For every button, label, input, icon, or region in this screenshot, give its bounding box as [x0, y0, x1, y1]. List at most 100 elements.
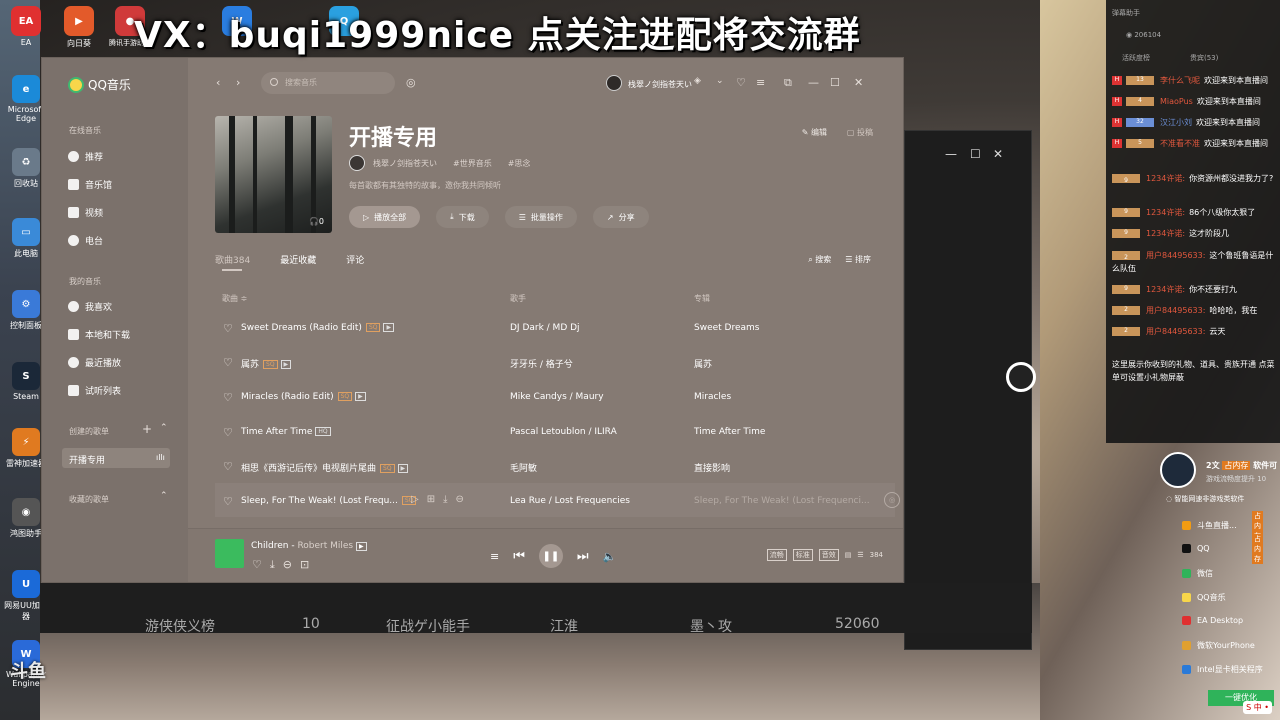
menu-icon[interactable]: ≡	[756, 76, 765, 89]
add-playlist-icon[interactable]: +	[142, 422, 152, 436]
table-row[interactable]: ♡ Miracles (Radio Edit) SQ ▶ Mike Candys /…	[215, 379, 895, 413]
voice-search-icon[interactable]: ◎	[406, 76, 416, 89]
mini-mode-icon[interactable]: ⧉	[784, 76, 792, 90]
search-tool[interactable]: ⌕ 搜索	[808, 254, 831, 265]
float-ball-icon[interactable]	[1006, 362, 1036, 392]
back-icon[interactable]: ‹	[216, 76, 220, 89]
heart-icon[interactable]: ♡	[252, 558, 270, 571]
chat-user[interactable]: 汉江小刘	[1160, 118, 1192, 127]
pause-button[interactable]: ❚❚	[538, 544, 563, 568]
sidebar-item-playlist[interactable]: 开播专用	[69, 453, 105, 466]
song-artist[interactable]: DJ Dark / MD Dj	[510, 323, 580, 333]
chevron-up-icon[interactable]: ⌃	[160, 423, 168, 433]
song-artist[interactable]: Mike Candys / Maury	[510, 392, 604, 402]
heart-icon[interactable]: ♡	[223, 356, 233, 369]
table-row[interactable]: ♡ Sweet Dreams (Radio Edit) SQ ▶ DJ Dark /…	[215, 310, 895, 344]
chat-user[interactable]: 用户84495633:	[1146, 327, 1205, 336]
tab-comments[interactable]: 评论	[346, 253, 364, 266]
table-row[interactable]: ♡ 属苏 SQ ▶ 牙牙乐 / 格子兮 属苏	[215, 344, 895, 378]
software-item[interactable]: 斗鱼直播...占内存	[1182, 510, 1263, 541]
software-item[interactable]: 微信	[1182, 568, 1213, 579]
avatar[interactable]	[606, 75, 622, 91]
mv-icon[interactable]: ▶	[280, 360, 292, 369]
minimize-icon[interactable]: —	[808, 76, 819, 89]
song-album[interactable]: Time After Time	[694, 427, 765, 437]
play-all-button[interactable]: ▷ 播放全部	[349, 206, 421, 228]
song-artist[interactable]: 牙牙乐 / 格子兮	[510, 357, 573, 370]
quality-chip[interactable]: 流畅	[766, 549, 787, 561]
quality-chip[interactable]: 标准	[792, 549, 813, 561]
playlist-cover[interactable]: 🎧0	[215, 116, 332, 233]
tab-vip[interactable]: 贵宾(53)	[1190, 53, 1218, 63]
author-avatar[interactable]	[349, 155, 365, 171]
table-row[interactable]: ♡ Time After Time HQ Pascal Letoublon / I…	[215, 414, 895, 448]
volume-icon[interactable]: 🔈	[603, 550, 617, 563]
software-item[interactable]: EA Desktop	[1182, 616, 1243, 625]
sidebar-item-music-hall[interactable]: 音乐馆	[68, 178, 112, 191]
tab-activity[interactable]: 活跃度榜	[1122, 53, 1150, 63]
chat-user[interactable]: 1234许诺:	[1146, 208, 1185, 217]
lyrics-icon[interactable]: ▤	[845, 551, 852, 559]
locate-icon[interactable]: ◎	[884, 492, 900, 508]
sidebar-item-radio[interactable]: 电台	[68, 234, 103, 247]
chevron-up-icon[interactable]: ⌃	[160, 491, 168, 501]
mv-icon[interactable]: ▶	[356, 542, 367, 551]
batch-button[interactable]: ☰ 批量操作	[504, 206, 577, 228]
sidebar-item-recent[interactable]: 最近播放	[68, 356, 121, 369]
download-button[interactable]: ⤓ 下载	[436, 206, 489, 228]
chat-user[interactable]: 不准看不准	[1160, 139, 1200, 148]
playlist-mode-icon[interactable]: ≡	[490, 550, 499, 563]
tab-songs[interactable]: 歌曲384	[215, 253, 250, 266]
chat-user[interactable]: 用户84495633:	[1146, 306, 1205, 315]
report-button[interactable]: ▢ 投稿	[847, 127, 873, 138]
sidebar-item-local[interactable]: 本地和下载	[68, 328, 130, 341]
search-input[interactable]: 搜索音乐	[261, 72, 395, 94]
table-row[interactable]: ♡ 相思《西游记后传》电视剧片尾曲 SQ ▶ 毛阿敏 直接影响	[215, 448, 895, 482]
remove-icon[interactable]: ⊖	[283, 558, 300, 571]
song-artist[interactable]: Lea Rue / Lost Frequencies	[510, 496, 630, 506]
software-item[interactable]: QQ音乐	[1182, 592, 1226, 603]
song-album[interactable]: 直接影响	[694, 461, 730, 474]
chat-user[interactable]: MiaoPus	[1160, 97, 1193, 106]
share-button[interactable]: ↗ 分享	[592, 206, 649, 228]
software-item[interactable]: Intel显卡相关程序	[1182, 664, 1263, 675]
song-album[interactable]: Sleep, For The Weak! (Lost Frequenci...	[694, 496, 870, 506]
playlist-tag[interactable]: #思念	[508, 158, 531, 169]
mv-icon[interactable]: ▶	[383, 323, 395, 332]
previous-icon[interactable]: ⏮	[513, 549, 525, 564]
chat-user[interactable]: 1234许诺:	[1146, 229, 1185, 238]
now-playing-cover[interactable]	[215, 539, 244, 568]
queue-icon[interactable]: ☰	[857, 551, 863, 559]
heart-icon[interactable]: ♡	[223, 460, 233, 473]
sidebar-item-trial-list[interactable]: 试听列表	[68, 384, 121, 397]
mv-icon[interactable]: ▶	[397, 464, 409, 473]
forward-icon[interactable]: ›	[236, 76, 240, 89]
desktop-icon-ea[interactable]: EA EA	[4, 6, 48, 47]
maximize-icon[interactable]: ☐	[830, 76, 840, 89]
now-playing-title[interactable]: Children	[251, 541, 288, 551]
song-album[interactable]: Sweet Dreams	[694, 323, 759, 333]
maximize-icon[interactable]: ☐	[970, 147, 981, 161]
now-playing-artist[interactable]: Robert Miles	[297, 541, 353, 551]
minimize-icon[interactable]: —	[945, 147, 957, 161]
chat-user[interactable]: 李什么飞呢	[1160, 76, 1200, 85]
song-album[interactable]: 属苏	[694, 357, 712, 370]
sort-tool[interactable]: ☰ 排序	[845, 254, 871, 265]
sound-effect-chip[interactable]: 音效	[818, 549, 839, 561]
sidebar-item-recommend[interactable]: 推荐	[68, 150, 103, 163]
chat-user[interactable]: 用户84495633:	[1146, 251, 1205, 260]
download-icon[interactable]: ⤓	[270, 558, 283, 571]
mv-icon[interactable]: ▶	[355, 392, 366, 401]
column-song[interactable]: 歌曲 ≑	[222, 293, 247, 304]
heart-icon[interactable]: ♡	[223, 426, 233, 439]
song-album[interactable]: Miracles	[694, 392, 731, 402]
playlist-tag[interactable]: #世界音乐	[453, 158, 492, 169]
sidebar-item-favorites[interactable]: 我喜欢	[68, 300, 112, 313]
ime-indicator[interactable]: S 中 •	[1243, 701, 1272, 714]
table-row-hovered[interactable]: ♡ Sleep, For The Weak! (Lost Frequ... SQ …	[215, 483, 900, 517]
heart-icon[interactable]: ♡	[223, 322, 233, 335]
more-icon[interactable]: ⊡	[300, 558, 317, 571]
song-artist[interactable]: Pascal Letoublon / ILIRA	[510, 427, 617, 437]
software-item[interactable]: 微软YourPhone	[1182, 640, 1255, 651]
heart-icon[interactable]: ♡	[223, 495, 233, 508]
